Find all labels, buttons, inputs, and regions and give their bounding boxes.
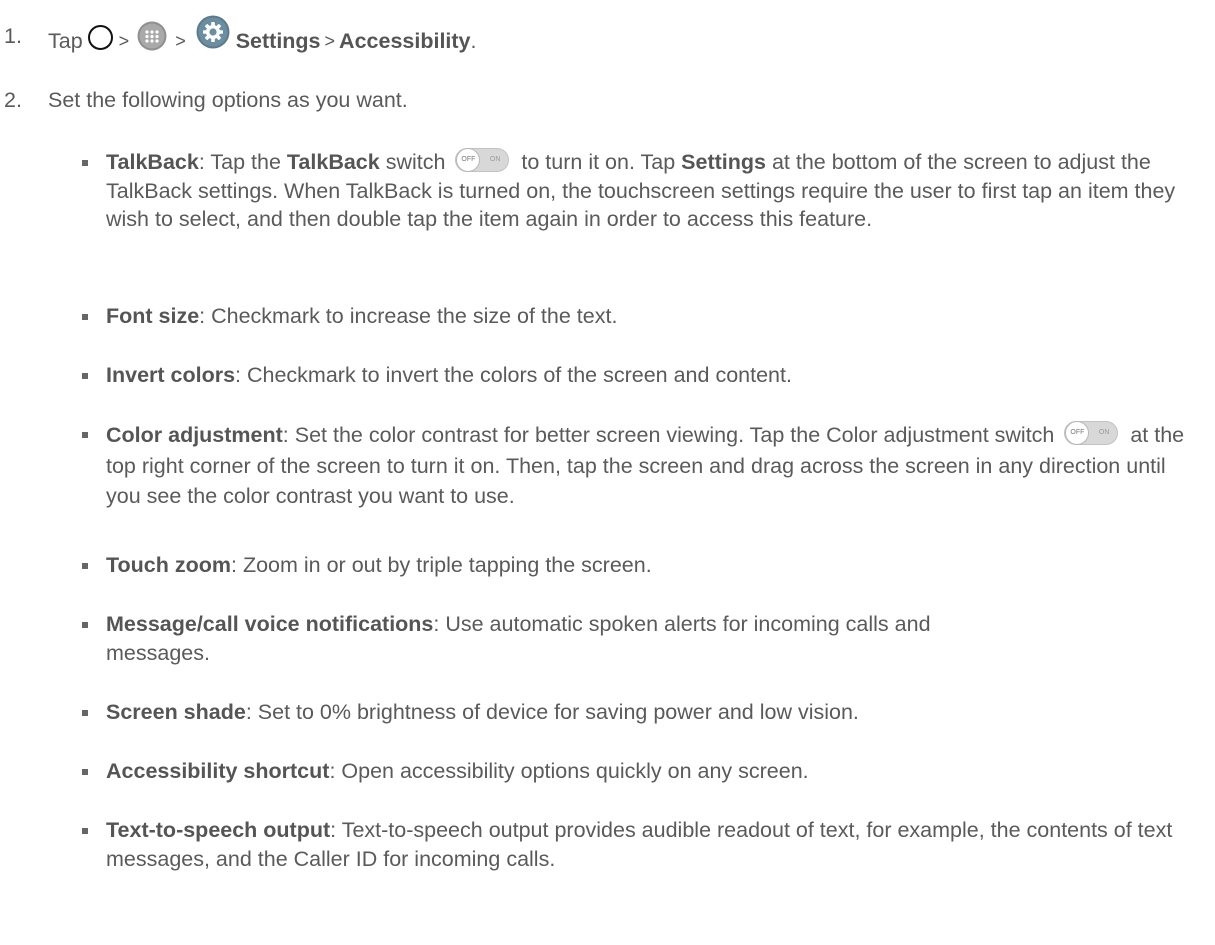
bullet [82,710,88,716]
bullet [82,314,88,320]
option-label: Screen shade [106,700,246,724]
list-item-text: Accessibility shortcut: Open accessibili… [106,757,1206,786]
switch-on-label: ON [1098,429,1110,436]
list-item-text: Color adjustment: Set the color contrast… [106,420,1206,512]
step-2-text: Set the following options as you want. [48,88,408,112]
option-label: Color adjustment [106,423,283,447]
bullet [82,563,88,569]
option-label: Invert colors [106,363,236,387]
option-text: : Open accessibility options quickly on … [329,759,809,783]
option-text: : Set to 0% brightness of device for sav… [245,700,859,724]
option-text: : Checkmark to invert the colors of the … [235,363,792,387]
toggle-switch-icon: OFF ON [455,148,510,172]
option-label: Message/call voice notifications [106,612,434,636]
option-text: : Tap the [198,150,287,174]
home-button-icon [87,24,113,50]
period: . [470,28,477,53]
bullet [82,769,88,775]
settings-label: Settings [235,28,321,53]
accessibility-label: Accessibility [339,28,471,53]
tap-text: Tap [48,28,83,53]
option-text: to turn it on. Tap [515,150,682,174]
option-label: Accessibility shortcut [106,759,330,783]
option-label: Text-to-speech output [106,818,331,842]
list-item-text: Text-to-speech output: Text-to-speech ou… [106,816,1206,873]
step-1-text: Tap > > Settings > Accessibility . [48,15,477,58]
step-number: 1. [4,24,22,48]
bullet [82,432,88,438]
apps-icon [137,21,167,51]
talkback-label: TalkBack [286,150,380,174]
settings-label: Settings [681,150,766,174]
list-item-text: Message/call voice notifications: Use au… [106,610,986,667]
list-item-text: Touch zoom: Zoom in or out by triple tap… [106,551,1206,580]
document-page: 1. Tap > > Settings > Accessibility . 2.… [0,0,1215,945]
list-item-text: Screen shade: Set to 0% brightness of de… [106,698,1206,727]
option-text: switch [379,150,446,174]
option-label: Font size [106,304,200,328]
bullet [82,160,88,166]
separator: > [118,30,130,51]
list-item-text: Font size: Checkmark to increase the siz… [106,302,1206,331]
separator: > [324,30,336,51]
step-number: 2. [4,88,22,112]
bullet [82,828,88,834]
list-item-text: TalkBack: Tap the TalkBack switch OFF ON … [106,148,1206,234]
switch-on-label: ON [489,156,501,163]
separator: > [175,30,186,51]
list-item-text: Invert colors: Checkmark to invert the c… [106,361,1206,390]
switch-knob: OFF [456,148,481,172]
option-text: : Set the color contrast for better scre… [282,423,1055,447]
settings-gear-icon [196,15,230,49]
option-label: Touch zoom [106,553,232,577]
bullet [82,373,88,379]
bullet [82,622,88,628]
toggle-switch-icon: OFF ON [1064,421,1119,445]
option-label: TalkBack [106,150,199,174]
switch-knob: OFF [1065,421,1090,445]
option-text: : Zoom in or out by triple tapping the s… [231,553,652,577]
option-text: : Checkmark to increase the size of the … [199,304,618,328]
